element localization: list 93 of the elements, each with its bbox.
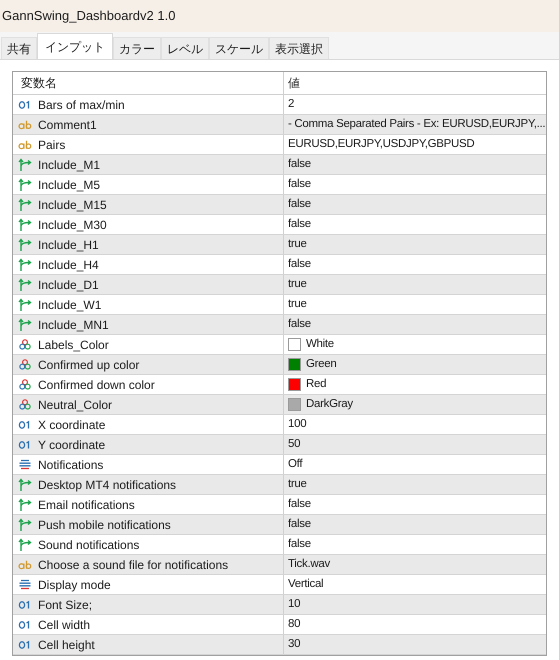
tab[interactable]: カラー <box>113 37 161 59</box>
branch-arrow-icon <box>18 218 32 232</box>
parameter-value[interactable]: false <box>288 316 311 334</box>
branch-arrow-icon <box>18 198 32 212</box>
color-circles-icon <box>19 359 31 370</box>
parameter-value[interactable]: true <box>288 236 307 254</box>
integer-type-icon <box>18 640 32 650</box>
parameter-value[interactable]: 10 <box>288 596 300 614</box>
branch-arrow-icon <box>18 238 32 252</box>
parameter-value[interactable]: 50 <box>288 436 300 454</box>
branch-arrow-icon <box>18 538 32 552</box>
parameter-value[interactable]: DarkGray <box>306 396 353 414</box>
parameter-name: Sound notifications <box>38 536 140 554</box>
integer-type-icon <box>18 440 32 450</box>
branch-arrow-icon <box>18 158 32 172</box>
text-type-icon <box>18 560 32 570</box>
integer-type-icon <box>18 420 32 430</box>
parameter-name: Include_MN1 <box>38 316 109 334</box>
parameter-value[interactable]: true <box>288 296 307 314</box>
text-type-icon <box>18 140 32 150</box>
parameter-value[interactable]: false <box>288 196 311 214</box>
parameter-name: Cell width <box>38 616 90 634</box>
color-circles-icon <box>19 379 31 390</box>
tab[interactable]: 共有 <box>1 37 37 59</box>
window-title: GannSwing_Dashboardv2 1.0 <box>2 7 176 26</box>
parameter-name: Desktop MT4 notifications <box>38 476 176 494</box>
parameter-value[interactable]: Tick.wav <box>288 556 330 574</box>
column-header[interactable]: 値 <box>284 72 546 94</box>
parameter-name: Font Size; <box>38 596 92 614</box>
parameter-value[interactable]: 100 <box>288 416 306 434</box>
parameter-name: Bars of max/min <box>38 96 125 114</box>
parameter-value[interactable]: Off <box>288 456 302 474</box>
color-circles-icon <box>19 399 31 410</box>
branch-arrow-icon <box>18 518 32 532</box>
parameter-value[interactable]: false <box>288 216 311 234</box>
list-lines-icon <box>19 459 31 470</box>
parameter-name: Confirmed down color <box>38 376 155 394</box>
parameter-name: X coordinate <box>38 416 106 434</box>
parameter-value[interactable]: 30 <box>288 636 300 654</box>
parameter-value[interactable]: false <box>288 496 311 514</box>
parameter-name: Comment1 <box>38 116 97 134</box>
parameter-value[interactable]: false <box>288 516 311 534</box>
parameter-value[interactable]: - Comma Separated Pairs - Ex: EURUSD,EURJPY,... <box>288 116 546 134</box>
parameter-name: Include_W1 <box>38 296 102 314</box>
branch-arrow-icon <box>18 478 32 492</box>
parameter-value[interactable]: Green <box>306 356 336 374</box>
parameter-name: Email notifications <box>38 496 135 514</box>
list-lines-icon <box>19 579 31 590</box>
parameter-value[interactable]: Red <box>306 376 326 394</box>
parameter-name: Push mobile notifications <box>38 516 171 534</box>
parameter-name: Labels_Color <box>38 336 109 354</box>
parameter-name: Notifications <box>38 456 104 474</box>
integer-type-icon <box>18 620 32 630</box>
color-circles-icon <box>19 339 31 350</box>
branch-arrow-icon <box>18 298 32 312</box>
parameter-name: Include_M1 <box>38 156 100 174</box>
parameter-name: Include_H4 <box>38 256 99 274</box>
integer-type-icon <box>18 600 32 610</box>
parameter-name: Cell height <box>38 636 95 654</box>
parameter-name: Include_M15 <box>38 196 107 214</box>
parameter-name: Display mode <box>38 576 111 594</box>
parameter-name: Neutral_Color <box>38 396 112 414</box>
parameter-name: Include_M30 <box>38 216 107 234</box>
branch-arrow-icon <box>18 318 32 332</box>
parameter-name: Include_H1 <box>38 236 99 254</box>
parameter-name: Y coordinate <box>38 436 106 454</box>
parameter-name: Include_M5 <box>38 176 100 194</box>
tab[interactable]: インプット <box>37 33 113 59</box>
parameter-value[interactable]: false <box>288 536 311 554</box>
parameter-name: Include_D1 <box>38 276 99 294</box>
parameter-value[interactable]: Vertical <box>288 576 324 594</box>
parameter-value[interactable]: false <box>288 256 311 274</box>
tab[interactable]: レベル <box>161 37 209 59</box>
column-header[interactable]: 変数名 <box>13 72 284 94</box>
parameter-name: Choose a sound file for notifications <box>38 556 228 574</box>
parameter-value[interactable]: 80 <box>288 616 300 634</box>
parameter-value[interactable]: White <box>306 336 334 354</box>
branch-arrow-icon <box>18 178 32 192</box>
integer-type-icon <box>18 100 32 110</box>
parameter-value[interactable]: true <box>288 276 307 294</box>
parameter-value[interactable]: false <box>288 156 311 174</box>
branch-arrow-icon <box>18 498 32 512</box>
parameter-value[interactable]: false <box>288 176 311 194</box>
branch-arrow-icon <box>18 258 32 272</box>
parameter-value[interactable]: 2 <box>288 96 294 114</box>
parameter-value[interactable]: EURUSD,EURJPY,USDJPY,GBPUSD <box>288 136 474 154</box>
tab[interactable]: 表示選択 <box>269 37 329 59</box>
branch-arrow-icon <box>18 278 32 292</box>
parameter-name: Pairs <box>38 136 66 154</box>
parameter-value[interactable]: true <box>288 476 307 494</box>
parameter-name: Confirmed up color <box>38 356 140 374</box>
tab[interactable]: スケール <box>209 37 269 59</box>
text-type-icon <box>18 120 32 130</box>
